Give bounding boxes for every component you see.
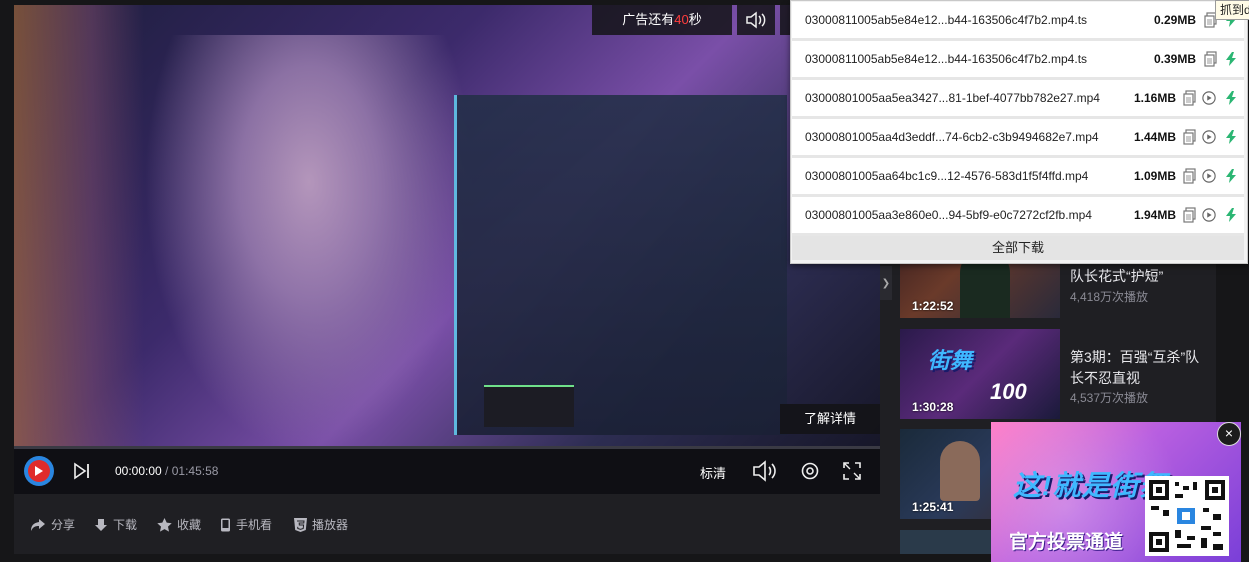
- favorite-button[interactable]: 收藏: [157, 516, 201, 533]
- player-controls: 00:00:00 / 01:45:58 标清: [14, 449, 880, 494]
- download-popup: 03000811005ab5e84e12...b44-163506c4f7b2.…: [790, 0, 1248, 264]
- star-icon: [157, 517, 172, 532]
- collapse-panel-button[interactable]: ❯: [880, 266, 892, 300]
- tooltip: 抓到d: [1215, 0, 1249, 20]
- video-frame-keyboard: [484, 385, 574, 427]
- recommendation-title: 队长花式“护短”: [1070, 268, 1164, 284]
- copy-icon[interactable]: [1183, 129, 1197, 145]
- file-name: 03000801005aa64bc1c9...12-4576-583d1f5f4…: [805, 169, 1089, 183]
- favorite-label: 收藏: [177, 518, 202, 532]
- share-icon: [31, 518, 45, 531]
- phone-icon: [221, 518, 230, 531]
- download-row[interactable]: 03000801005aa3e860e0...94-5bf9-e0c7272cf…: [792, 197, 1244, 236]
- thumbnail-duration: 1:25:41: [912, 500, 954, 514]
- download-arrow-icon[interactable]: [1224, 207, 1238, 223]
- close-ad-button[interactable]: ×: [1217, 422, 1241, 446]
- corner-ad-subtitle: 官方投票通道: [1009, 532, 1124, 553]
- download-row[interactable]: 03000801005aa5ea3427...81-1bef-4077bb782…: [792, 80, 1244, 119]
- file-name: 03000801005aa4d3eddf...74-6cb2-c3b949468…: [805, 130, 1099, 144]
- play-logo-button[interactable]: [24, 456, 54, 486]
- ad-volume-button[interactable]: [737, 5, 775, 35]
- share-button[interactable]: 分享: [30, 516, 75, 533]
- file-size: 1.94MB: [1134, 208, 1177, 222]
- qr-code: [1145, 476, 1229, 556]
- next-button[interactable]: [72, 461, 92, 486]
- video-frame-person: [144, 35, 474, 455]
- play-circle-icon[interactable]: [1202, 90, 1216, 106]
- html5-icon: [294, 517, 307, 532]
- play-circle-icon[interactable]: [1202, 168, 1216, 184]
- recommendation-views: 4,537万次播放: [1070, 391, 1149, 405]
- share-label: 分享: [51, 518, 76, 532]
- file-size: 0.29MB: [1154, 13, 1197, 27]
- recommendation-card[interactable]: 街舞 100 1:30:28 第3期：百强“互杀”队长不忍直视 4,537万次播…: [900, 329, 1210, 419]
- video-player[interactable]: [14, 5, 880, 494]
- download-row[interactable]: 03000811005ab5e84e12...b44-163506c4f7b2.…: [792, 41, 1244, 80]
- ad-countdown-prefix: 广告还有: [622, 12, 675, 27]
- settings-button[interactable]: [800, 461, 820, 486]
- file-size: 0.39MB: [1154, 52, 1197, 66]
- file-name: 03000801005aa5ea3427...81-1bef-4077bb782…: [805, 91, 1100, 105]
- chevron-right-icon: ❯: [881, 277, 891, 289]
- play-circle-icon[interactable]: [1202, 207, 1216, 223]
- fullscreen-button[interactable]: [842, 461, 862, 486]
- volume-button[interactable]: [752, 460, 778, 487]
- ad-countdown-seconds: 40: [674, 12, 689, 27]
- download-row[interactable]: 03000801005aa4d3eddf...74-6cb2-c3b949468…: [792, 119, 1244, 158]
- copy-icon[interactable]: [1204, 51, 1218, 67]
- download-arrow-icon[interactable]: [1224, 129, 1238, 145]
- corner-ad[interactable]: 这!就是街舞 官方投票通道: [991, 422, 1241, 562]
- current-time: 00:00:00: [115, 464, 162, 478]
- download-arrow-icon[interactable]: [1224, 90, 1238, 106]
- download-icon: [95, 518, 107, 531]
- action-bar: 分享 下载 收藏 手机看 播放器: [14, 494, 880, 554]
- file-name: 03000801005aa3e860e0...94-5bf9-e0c7272cf…: [805, 208, 1092, 222]
- thumbnail-duration: 1:22:52: [912, 299, 954, 313]
- download-arrow-icon[interactable]: [1224, 168, 1238, 184]
- download-label: 下载: [113, 518, 138, 532]
- next-icon: [74, 462, 89, 480]
- play-logo-icon: [28, 460, 50, 482]
- file-size: 1.09MB: [1134, 169, 1177, 183]
- file-size: 1.16MB: [1134, 91, 1177, 105]
- download-arrow-icon[interactable]: [1224, 51, 1238, 67]
- download-row[interactable]: 03000801005aa64bc1c9...12-4576-583d1f5f4…: [792, 158, 1244, 197]
- download-row[interactable]: 03000811005ab5e84e12...b44-163506c4f7b2.…: [792, 2, 1244, 41]
- video-frame-computer-case: [454, 95, 787, 435]
- quality-selector[interactable]: 标清: [700, 463, 726, 482]
- mobile-watch-label: 手机看: [236, 518, 273, 532]
- play-circle-icon[interactable]: [1202, 129, 1216, 145]
- download-button[interactable]: 下载: [94, 516, 137, 533]
- time-separator: /: [161, 464, 172, 478]
- ad-volume-icon: [746, 11, 766, 29]
- thumbnail-badge: 100: [990, 379, 1027, 404]
- thumbnail-duration: 1:30:28: [912, 400, 954, 414]
- download-all-button[interactable]: 全部下载: [792, 236, 1244, 260]
- time-display: 00:00:00 / 01:45:58: [115, 464, 218, 478]
- thumbnail-logo: 街舞: [928, 348, 973, 373]
- player-label: 播放器: [312, 518, 349, 532]
- file-size: 1.44MB: [1134, 130, 1177, 144]
- ad-countdown: 广告还有40秒: [592, 5, 732, 35]
- recommendation-views: 4,418万次播放: [1070, 290, 1149, 304]
- ad-countdown-suffix: 秒: [688, 12, 702, 27]
- learn-more-button[interactable]: 了解详情: [780, 404, 880, 434]
- total-duration: 01:45:58: [171, 464, 219, 478]
- file-name: 03000811005ab5e84e12...b44-163506c4f7b2.…: [805, 52, 1088, 66]
- file-name: 03000811005ab5e84e12...b44-163506c4f7b2.…: [805, 13, 1088, 27]
- settings-icon: [801, 462, 819, 480]
- mobile-watch-button[interactable]: 手机看: [220, 516, 272, 533]
- fullscreen-icon: [843, 462, 861, 480]
- video-frame-left-light: [14, 5, 144, 485]
- qr-code-icon: [1149, 480, 1225, 552]
- volume-icon: [753, 460, 776, 482]
- player-button[interactable]: 播放器: [294, 516, 348, 533]
- recommendation-title: 第3期：百强“互杀”队长不忍直视: [1070, 349, 1200, 386]
- video-thumbnail: 街舞 100 1:30:28: [900, 329, 1060, 419]
- copy-icon[interactable]: [1183, 90, 1197, 106]
- copy-icon[interactable]: [1183, 207, 1197, 223]
- copy-icon[interactable]: [1183, 168, 1197, 184]
